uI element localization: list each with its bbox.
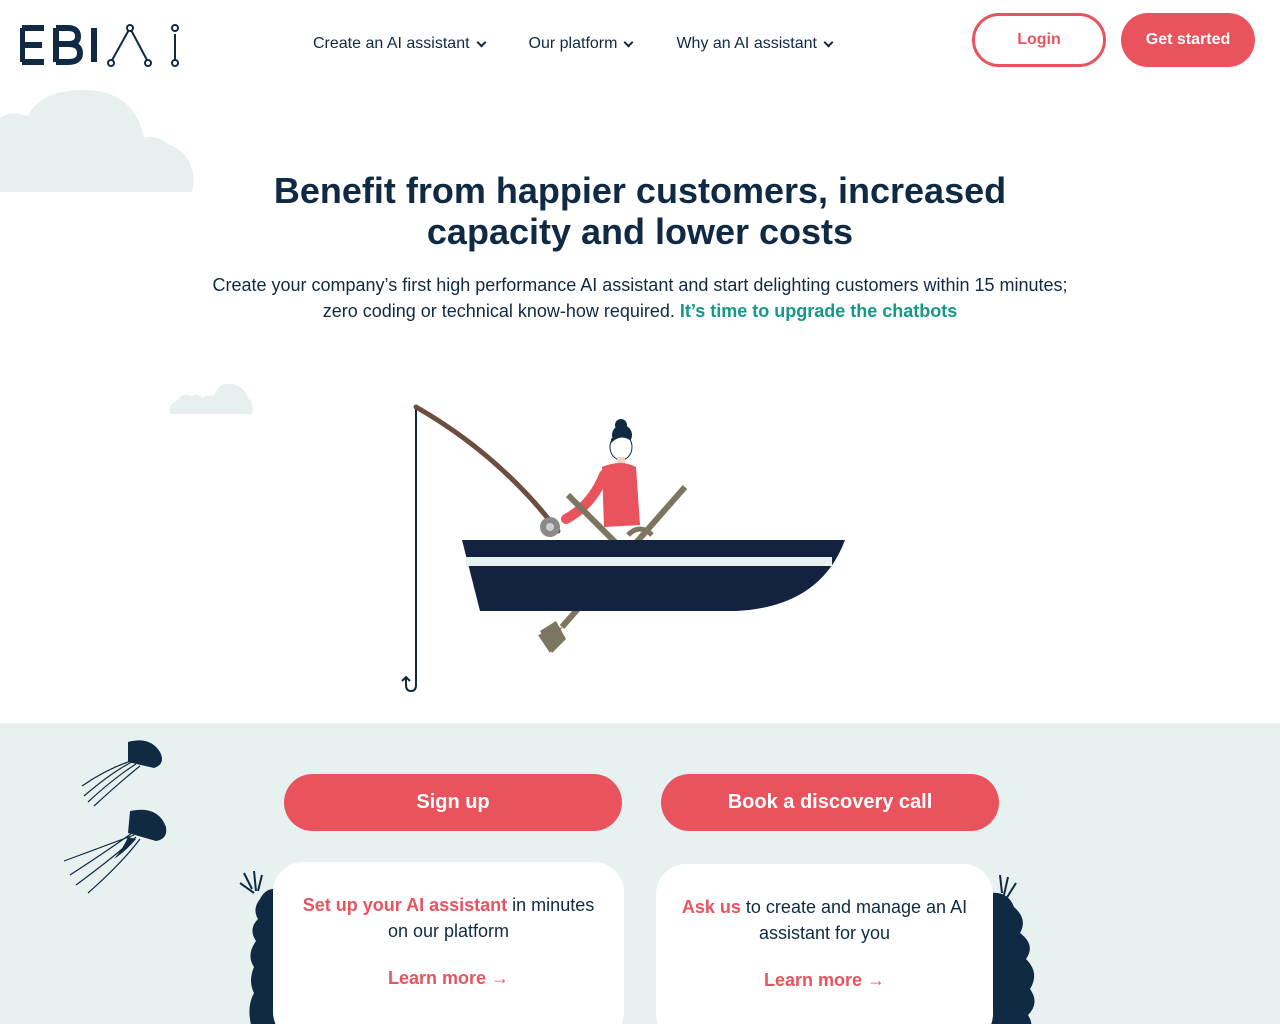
jellyfish-illustration [63,809,167,894]
title-line: Benefit from happier customers, increase… [273,170,1007,211]
nav-label: Why an AI assistant [676,35,817,52]
chevron-down-icon [476,37,486,47]
title-line: capacity and lower costs [426,211,854,252]
subtitle-line: Create your company’s first high perform… [212,275,1068,295]
hero-subtitle: Create your company’s first high perform… [180,272,1100,324]
sign-up-button[interactable]: Sign up [284,774,622,831]
learn-more-link[interactable]: Learn more → [273,968,624,989]
subtitle-line: zero coding or technical know-how requir… [322,301,675,321]
cloud-illustration [0,90,194,192]
learn-more-link[interactable]: Learn more → [656,970,993,991]
ebi-ai-logo[interactable] [20,22,182,68]
nav-why-ai-assistant[interactable]: Why an AI assistant [676,35,834,53]
login-button[interactable]: Login [972,13,1106,67]
upgrade-chatbots-link[interactable]: It’s time to upgrade the chatbots [680,301,957,321]
page-title: Benefit from happier customers, increase… [240,170,1040,252]
nav-label: Create an AI assistant [313,35,470,52]
nav-create-ai-assistant[interactable]: Create an AI assistant [313,35,486,53]
jellyfish-illustration [81,740,162,807]
card-body: to create and manage an AI assistant for… [740,897,968,943]
card-highlight[interactable]: Ask us [682,897,741,917]
site-header: Create an AI assistant Our platform Why … [0,0,1280,88]
fishing-boat-illustration [401,404,845,693]
book-discovery-call-button[interactable]: Book a discovery call [661,774,999,831]
managed-service-card: Ask us to create and manage an AI assist… [656,864,993,1024]
coral-illustration [239,870,278,1024]
get-started-button[interactable]: Get started [1121,13,1255,67]
chevron-down-icon [624,37,634,47]
coral-illustration [990,874,1035,1024]
cta-section: Sign up Book a discovery call Set up you… [0,723,1280,1024]
nav-label: Our platform [528,35,618,52]
card-highlight[interactable]: Set up your AI assistant [303,895,507,915]
card-text: Ask us to create and manage an AI assist… [676,894,973,946]
main-nav: Create an AI assistant Our platform Why … [313,35,876,53]
card-text: Set up your AI assistant in minutes on o… [293,892,604,944]
chevron-down-icon [823,37,834,47]
nav-our-platform[interactable]: Our platform [528,35,634,53]
cloud-illustration [169,383,253,414]
self-setup-card: Set up your AI assistant in minutes on o… [273,862,624,1024]
